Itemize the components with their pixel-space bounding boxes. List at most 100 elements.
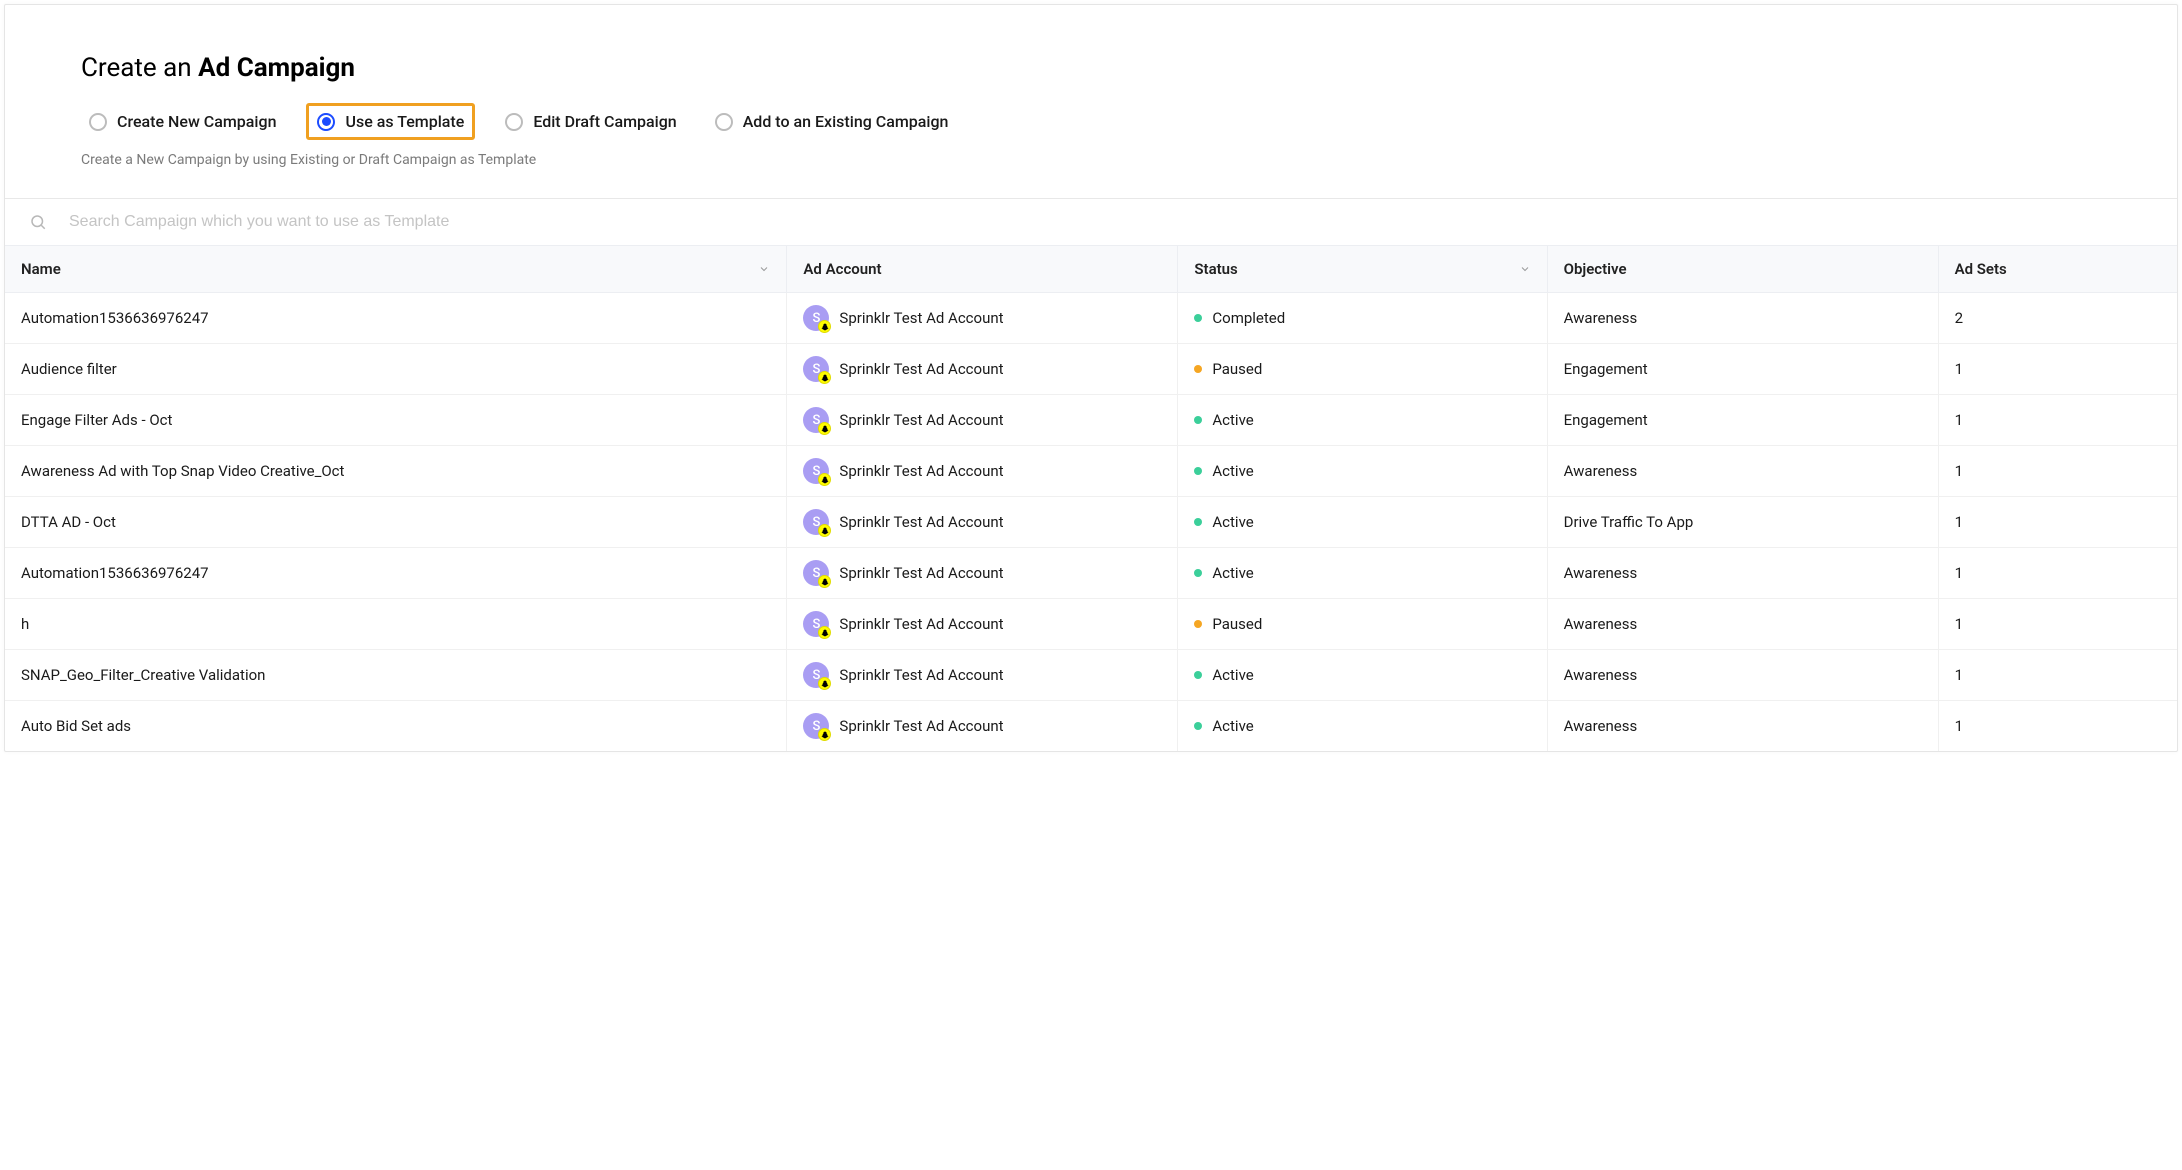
account-name: Sprinklr Test Ad Account [839, 411, 1003, 429]
cell-status: Active [1178, 446, 1547, 497]
snapchat-icon [818, 575, 831, 588]
account-name: Sprinklr Test Ad Account [839, 462, 1003, 480]
radio-label: Create New Campaign [117, 112, 276, 131]
cell-ad-account: SSprinklr Test Ad Account [787, 344, 1178, 395]
snapchat-icon [818, 320, 831, 333]
cell-name: SNAP_Geo_Filter_Creative Validation [5, 650, 787, 701]
cell-ad-account: S Sprinklr Test Ad Account [787, 293, 1178, 344]
table-row[interactable]: Awareness Ad with Top Snap Video Creativ… [5, 446, 2177, 497]
status-label: Active [1212, 564, 1253, 582]
snapchat-icon [818, 371, 831, 384]
status-dot-icon [1194, 416, 1202, 424]
snapchat-icon [818, 677, 831, 690]
snapchat-icon [818, 422, 831, 435]
avatar: S [803, 407, 829, 433]
snapchat-icon [818, 728, 831, 741]
avatar: S [803, 509, 829, 535]
status-dot-icon [1194, 722, 1202, 730]
radio-option-add-to-an-existing-campaign[interactable]: Add to an Existing Campaign [707, 106, 957, 137]
status-label: Paused [1212, 615, 1262, 633]
table-row[interactable]: Auto Bid Set adsSSprinklr Test Ad Accoun… [5, 701, 2177, 752]
cell-status: Active [1178, 548, 1547, 599]
account-name: Sprinklr Test Ad Account [839, 666, 1003, 684]
cell-status: Active [1178, 497, 1547, 548]
status-dot-icon [1194, 518, 1202, 526]
column-header-name[interactable]: Name [5, 246, 787, 293]
table-row[interactable]: DTTA AD - OctSSprinklr Test Ad AccountAc… [5, 497, 2177, 548]
cell-name: h [5, 599, 787, 650]
table-row[interactable]: hS Sprinklr Test Ad Account Paused Awarenes… [5, 599, 2177, 650]
account-name: Sprinklr Test Ad Account [839, 513, 1003, 531]
cell-ad-account: S Sprinklr Test Ad Account [787, 395, 1178, 446]
cell-ad-sets: 1 [1938, 497, 2177, 548]
cell-objective: Drive Traffic To App [1547, 497, 1938, 548]
cell-status: Paused [1178, 599, 1547, 650]
search-input[interactable] [69, 213, 2153, 231]
radio-option-edit-draft-campaign[interactable]: Edit Draft Campaign [497, 106, 684, 137]
cell-objective: Awareness [1547, 293, 1938, 344]
column-header-label: Ad Account [803, 260, 881, 278]
status-label: Active [1212, 513, 1253, 531]
cell-status: Active [1178, 395, 1547, 446]
radio-option-use-as-template[interactable]: Use as Template [306, 103, 475, 140]
snapchat-icon [818, 524, 831, 537]
status-label: Paused [1212, 360, 1262, 378]
cell-name: Automation1536636976247 [5, 548, 787, 599]
cell-name: Audience filter [5, 344, 787, 395]
cell-ad-account: S Sprinklr Test Ad Account [787, 548, 1178, 599]
account-name: Sprinklr Test Ad Account [839, 615, 1003, 633]
cell-ad-sets: 1 [1938, 344, 2177, 395]
cell-ad-account: S Sprinklr Test Ad Account [787, 599, 1178, 650]
page-title: Create an Ad Campaign [81, 53, 2101, 83]
column-header-label: Ad Sets [1955, 260, 2007, 278]
cell-name: Auto Bid Set ads [5, 701, 787, 752]
account-name: Sprinklr Test Ad Account [839, 564, 1003, 582]
search-bar [5, 198, 2177, 245]
table-row[interactable]: Audience filterSSprinklr Test Ad Account… [5, 344, 2177, 395]
cell-objective: Awareness [1547, 650, 1938, 701]
snapchat-icon [818, 473, 831, 486]
status-dot-icon [1194, 467, 1202, 475]
page-title-prefix: Create an [81, 53, 198, 83]
cell-objective: Awareness [1547, 599, 1938, 650]
avatar: S [803, 560, 829, 586]
table-row[interactable]: Engage Filter Ads - OctSSprinklr Test Ad… [5, 395, 2177, 446]
column-header-status[interactable]: Status [1178, 246, 1547, 293]
column-header-ad-sets: Ad Sets [1938, 246, 2177, 293]
status-label: Completed [1212, 309, 1285, 327]
column-header-label: Objective [1564, 260, 1627, 278]
campaign-mode-radio-group: Create New Campaign Use as Template Edit D… [81, 103, 2101, 140]
avatar: S [803, 458, 829, 484]
radio-icon [89, 113, 107, 131]
status-dot-icon [1194, 671, 1202, 679]
cell-ad-account: SSprinklr Test Ad Account [787, 701, 1178, 752]
cell-status: Paused [1178, 344, 1547, 395]
avatar: S [803, 662, 829, 688]
cell-name: Automation1536636976247 [5, 293, 787, 344]
avatar: S [803, 611, 829, 637]
cell-ad-account: S Sprinklr Test Ad Account [787, 446, 1178, 497]
column-header-label: Name [21, 260, 61, 278]
status-dot-icon [1194, 365, 1202, 373]
table-row[interactable]: SNAP_Geo_Filter_Creative Validation S Spri… [5, 650, 2177, 701]
table-row[interactable]: Automation1536636976247 S Sprinklr Test Ad… [5, 548, 2177, 599]
search-icon [29, 213, 47, 231]
radio-label: Use as Template [345, 112, 464, 131]
radio-icon [317, 113, 335, 131]
chevron-down-icon [1519, 263, 1531, 275]
account-name: Sprinklr Test Ad Account [839, 309, 1003, 327]
cell-objective: Awareness [1547, 548, 1938, 599]
account-name: Sprinklr Test Ad Account [839, 717, 1003, 735]
cell-ad-account: S Sprinklr Test Ad Account [787, 650, 1178, 701]
radio-description: Create a New Campaign by using Existing … [81, 152, 2101, 168]
cell-ad-sets: 1 [1938, 548, 2177, 599]
cell-ad-sets: 1 [1938, 650, 2177, 701]
cell-status: Active [1178, 650, 1547, 701]
radio-option-create-new-campaign[interactable]: Create New Campaign [81, 106, 284, 137]
status-label: Active [1212, 717, 1253, 735]
cell-ad-sets: 2 [1938, 293, 2177, 344]
radio-label: Edit Draft Campaign [533, 112, 676, 131]
avatar: S [803, 305, 829, 331]
header-section: Create an Ad Campaign Create New Campaig… [5, 5, 2177, 198]
table-row[interactable]: Automation1536636976247 S Sprinklr Test Ad… [5, 293, 2177, 344]
